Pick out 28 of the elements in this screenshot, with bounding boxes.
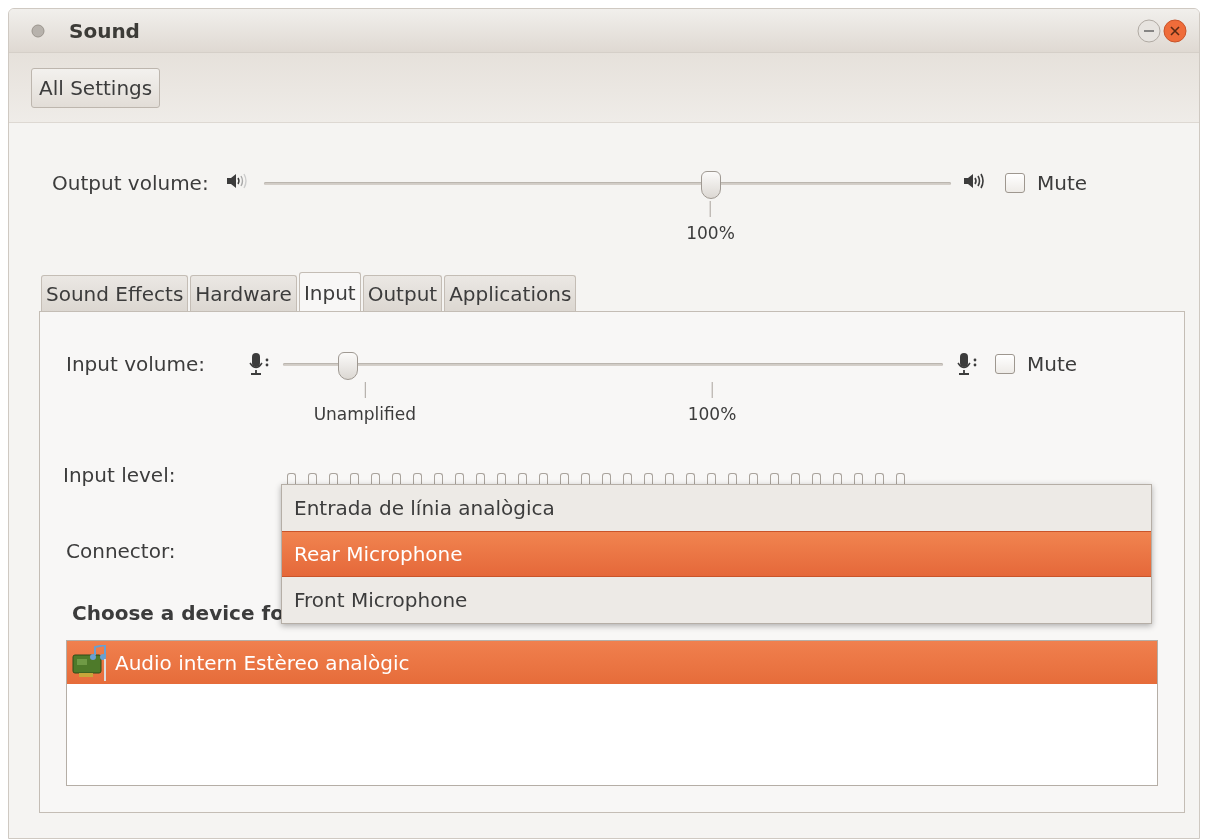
mute-label[interactable]: Mute xyxy=(1037,171,1088,195)
mute-checkbox[interactable] xyxy=(995,354,1015,374)
slider-thumb[interactable] xyxy=(337,352,358,380)
tab[interactable]: Sound Effects xyxy=(41,275,189,311)
tab[interactable]: Hardware xyxy=(190,275,297,311)
connector-label: Connector: xyxy=(66,539,176,563)
sound-card-icon xyxy=(71,644,109,681)
window-title: Sound xyxy=(69,17,140,45)
scale-label: Unamplified xyxy=(313,403,416,426)
slider-thumb[interactable] xyxy=(700,171,721,199)
slider-label: Output volume: xyxy=(52,171,210,195)
tab[interactable]: Input xyxy=(298,272,361,312)
tab[interactable]: Output xyxy=(362,275,443,311)
microphone-icon xyxy=(955,352,979,376)
tab[interactable]: Applications xyxy=(444,275,577,311)
microphone-icon xyxy=(247,352,271,376)
mute-checkbox[interactable] xyxy=(1005,173,1025,193)
slider-label: Input volume: xyxy=(66,352,206,376)
scale-label: 100% xyxy=(686,222,735,245)
menu-item[interactable]: Entrada de línia analògica xyxy=(282,485,1151,531)
input-level-label: Input level: xyxy=(63,462,177,489)
device-name: Audio intern Estèreo analògic xyxy=(115,649,410,677)
all-settings-button[interactable]: All Settings xyxy=(31,67,161,108)
scale-label: 100% xyxy=(687,403,737,426)
menu-item[interactable]: Front Microphone xyxy=(282,577,1151,623)
window-dot-icon xyxy=(31,23,45,38)
close-icon[interactable] xyxy=(1163,18,1187,43)
mute-label[interactable]: Mute xyxy=(1027,352,1078,376)
